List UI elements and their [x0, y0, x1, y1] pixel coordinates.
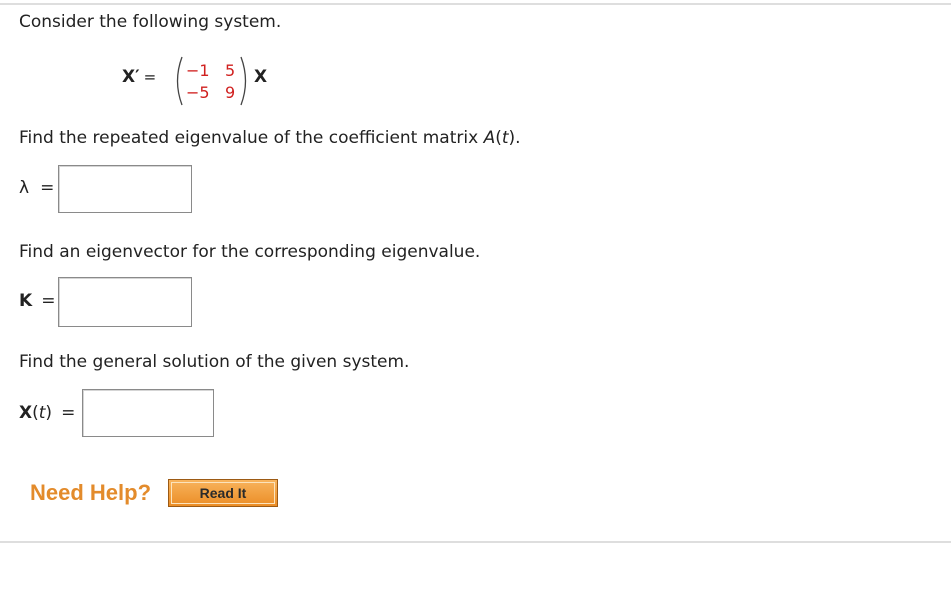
left-paren-icon — [176, 56, 183, 106]
matrix-cell-21: −5 — [186, 83, 210, 102]
lambda-label: λ = — [19, 178, 54, 198]
read-it-label: Read It — [171, 482, 275, 504]
matrix-cell-11: −1 — [186, 61, 210, 80]
q1-t-var: t — [501, 128, 509, 148]
bottom-divider — [0, 541, 951, 543]
xt-equals: = — [61, 403, 76, 423]
lambda-symbol: λ — [19, 178, 30, 198]
xt-paren-close: ) — [45, 403, 53, 423]
q1-paren-open: ( — [495, 128, 502, 148]
x-prime-symbol: X′ — [122, 67, 140, 87]
q3-prompt: Find the general solution of the given s… — [19, 352, 410, 372]
xt-symbol: X — [19, 403, 33, 423]
q1-prompt: Find the repeated eigenvalue of the coef… — [19, 128, 521, 148]
eigenvalue-input[interactable] — [58, 165, 192, 213]
equals-sign: = — [143, 68, 157, 86]
q1-paren-close: ). — [508, 128, 521, 148]
k-label: K = — [19, 291, 55, 311]
matrix-cell-12: 5 — [225, 61, 236, 80]
k-equals: = — [41, 291, 56, 311]
intro-text: Consider the following system. — [19, 12, 282, 32]
xt-paren-open: ( — [32, 403, 39, 423]
q2-prompt: Find an eigenvector for the correspondin… — [19, 242, 481, 262]
read-it-button[interactable]: Read It — [168, 479, 278, 507]
matrix-cell-22: 9 — [225, 83, 236, 102]
k-symbol: K — [19, 291, 33, 311]
x-vector-symbol: X — [254, 67, 268, 87]
lambda-equals: = — [40, 178, 55, 198]
x-prime-label: X′ = — [122, 67, 156, 87]
q1-matrix-var: A — [483, 128, 496, 148]
top-divider — [0, 3, 951, 5]
right-paren-icon — [240, 56, 247, 106]
general-solution-input[interactable] — [82, 389, 214, 437]
need-help-label: Need Help? — [30, 480, 152, 505]
eigenvector-input[interactable] — [58, 277, 192, 327]
xt-label: X(t) = — [19, 403, 75, 423]
q1-prompt-text: Find the repeated eigenvalue of the coef… — [19, 128, 484, 148]
